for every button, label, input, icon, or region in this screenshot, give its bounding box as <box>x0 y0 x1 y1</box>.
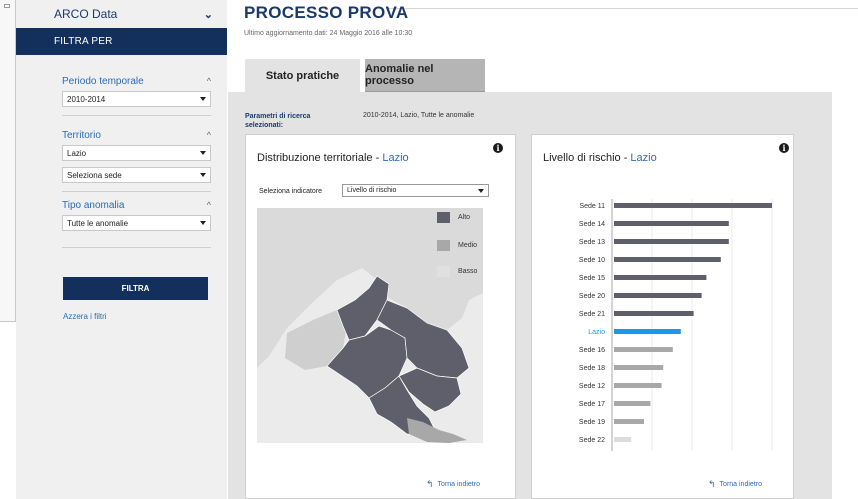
indicator-label: Seleziona indicatore <box>259 188 323 195</box>
filter-group-title[interactable]: Territorio ^ <box>62 128 211 142</box>
tab-anomalie[interactable]: Anomalie nel processo <box>365 59 485 92</box>
territory-select[interactable]: Lazio <box>62 145 211 161</box>
risk-chart-card: Livello di rischio - Lazio i Sede 11 Sede… <box>531 134 794 499</box>
caret-down-icon <box>200 151 206 155</box>
caret-down-icon <box>200 97 206 101</box>
legend-item-medio: Medio <box>437 240 477 251</box>
bar[interactable] <box>614 401 651 406</box>
anomaly-select[interactable]: Tutte le anomalie <box>62 215 211 231</box>
indicator-select[interactable]: Livello di rischio <box>342 184 489 197</box>
legend-swatch <box>437 240 450 251</box>
bar[interactable] <box>614 347 673 352</box>
bar[interactable] <box>614 365 664 370</box>
bar[interactable] <box>614 329 681 334</box>
sidebar: ARCO Data ⌄ FILTRA PER Periodo temporale… <box>16 0 227 499</box>
chevron-down-icon[interactable]: ⌄ <box>204 8 213 21</box>
bar-label: Sede 12 <box>579 383 605 390</box>
map-card-title: Distribuzione territoriale - Lazio <box>257 152 409 164</box>
bar[interactable] <box>614 383 662 388</box>
divider <box>62 191 211 192</box>
window-frame-edge <box>0 0 16 322</box>
bar[interactable] <box>614 437 632 442</box>
top-divider <box>387 8 858 9</box>
legend-item-alto: Alto <box>437 212 470 223</box>
caret-down-icon <box>200 221 206 225</box>
bar-label: Sede 21 <box>579 311 605 318</box>
legend-item-basso: Basso <box>437 266 477 277</box>
bar-label: Sede 13 <box>579 239 605 246</box>
period-select[interactable]: 2010-2014 <box>62 91 211 107</box>
page-title: PROCESSO PROVA <box>244 3 409 22</box>
bar-label: Sede 11 <box>579 203 605 210</box>
last-updated: Ultimo aggiornamento dati: 24 Maggio 201… <box>244 30 413 37</box>
back-link[interactable]: ↰ Torna indietro <box>708 479 762 490</box>
frame-icon <box>4 4 10 8</box>
filter-group-period: Periodo temporale ^ 2010-2014 <box>62 74 211 116</box>
filter-group-anomaly: Tipo anomalia ^ Tutte le anomalie <box>62 198 211 248</box>
filter-group-title[interactable]: Periodo temporale ^ <box>62 74 211 88</box>
back-link[interactable]: ↰ Torna indietro <box>426 479 480 490</box>
tab-stato-pratiche[interactable]: Stato pratiche <box>245 59 360 92</box>
bar-label: Lazio <box>588 329 605 336</box>
divider <box>62 247 211 248</box>
filter-group-territory: Territorio ^ Lazio Seleziona sede <box>62 128 211 192</box>
bar[interactable] <box>614 257 721 262</box>
info-icon[interactable]: i <box>493 143 503 153</box>
back-arrow-icon: ↰ <box>708 479 716 489</box>
bar[interactable] <box>614 239 729 244</box>
bar-label: Sede 20 <box>579 293 605 300</box>
reset-filters-link[interactable]: Azzera i filtri <box>63 312 107 321</box>
caret-down-icon <box>200 173 206 177</box>
bar-label: Sede 18 <box>579 365 605 372</box>
bar-label: Sede 16 <box>579 347 605 354</box>
chevron-up-icon[interactable]: ^ <box>207 200 211 210</box>
divider <box>62 115 211 116</box>
bar-label: Sede 22 <box>579 437 605 444</box>
bar[interactable] <box>614 203 772 208</box>
bar-label: Sede 15 <box>579 275 605 282</box>
filter-header: FILTRA PER <box>16 28 227 55</box>
legend-swatch <box>437 212 450 223</box>
bar-label: Sede 17 <box>579 401 605 408</box>
info-icon[interactable]: i <box>779 143 789 153</box>
filter-group-title[interactable]: Tipo anomalia ^ <box>62 198 211 212</box>
chevron-up-icon[interactable]: ^ <box>207 130 211 140</box>
main-content: PROCESSO PROVA Ultimo aggiornamento dati… <box>227 0 858 499</box>
bar-label: Sede 19 <box>579 419 605 426</box>
bar[interactable] <box>614 221 729 226</box>
caret-down-icon <box>478 188 484 193</box>
chart-card-title: Livello di rischio - Lazio <box>543 152 657 164</box>
legend-swatch <box>437 266 450 277</box>
map-card: Distribuzione territoriale - Lazio i Sel… <box>245 134 516 499</box>
bar-label: Sede 14 <box>579 221 605 228</box>
params-value: 2010-2014, Lazio, Tutte le anomalie <box>363 112 475 119</box>
bar[interactable] <box>614 275 707 280</box>
back-arrow-icon: ↰ <box>426 479 434 489</box>
filter-button[interactable]: FILTRA <box>63 277 208 300</box>
bar[interactable] <box>614 293 702 298</box>
sidebar-app-selector[interactable]: ARCO Data ⌄ <box>16 0 227 28</box>
bar[interactable] <box>614 311 694 316</box>
risk-bar-chart: Sede 11 Sede 14 Sede 13 Sede 10 Sede 15 Sede … <box>579 199 773 451</box>
chevron-up-icon[interactable]: ^ <box>207 76 211 86</box>
app-label: ARCO Data <box>54 7 118 21</box>
bar[interactable] <box>614 419 644 424</box>
office-select[interactable]: Seleziona sede <box>62 167 211 183</box>
tab-panel: Parametri di ricerca selezionati: 2010-2… <box>228 92 832 499</box>
bar-label: Sede 10 <box>579 257 605 264</box>
params-label: Parametri di ricerca selezionati: <box>245 113 311 129</box>
